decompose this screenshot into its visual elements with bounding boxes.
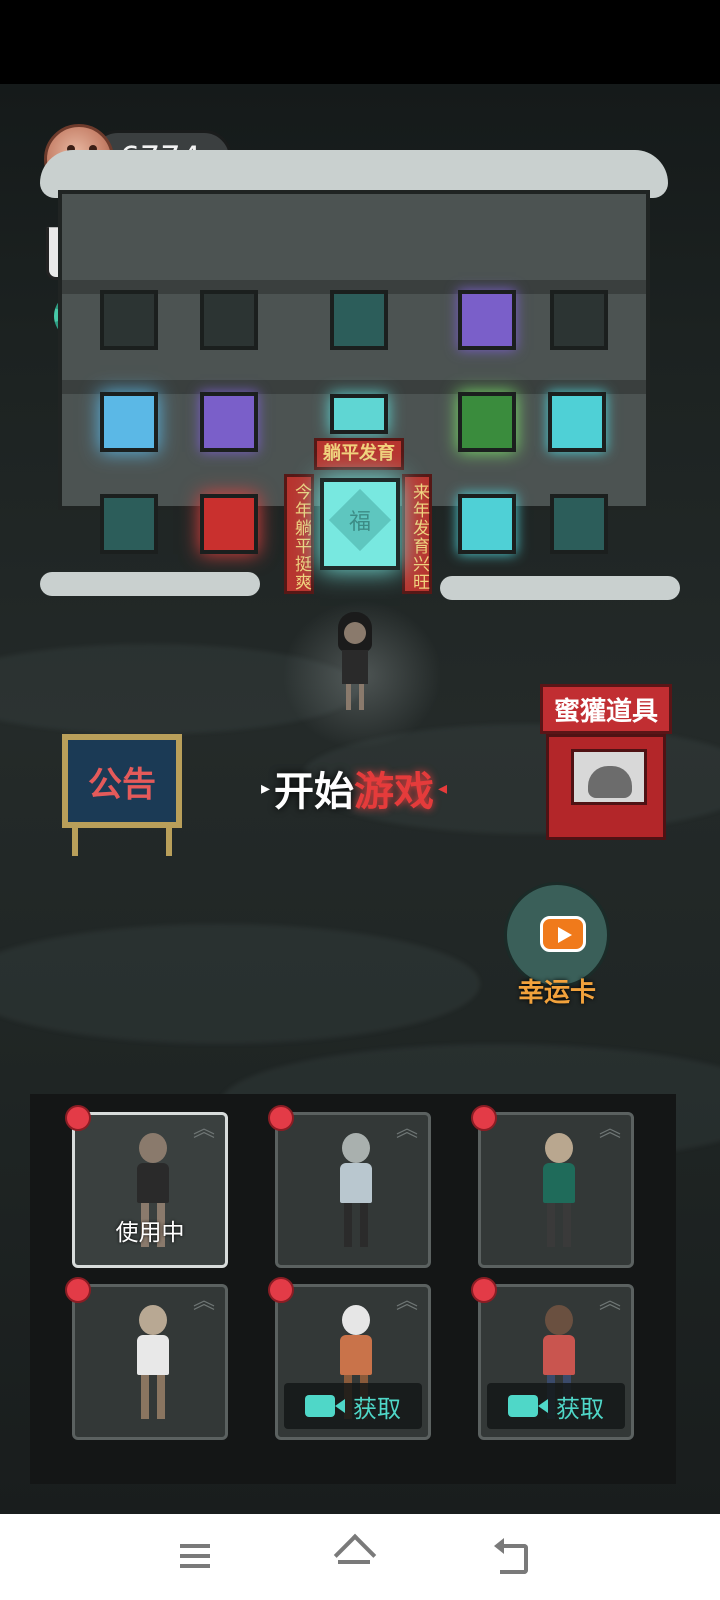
window bbox=[100, 290, 158, 350]
window bbox=[330, 394, 388, 434]
upgrade-chevron-icon: ︽ bbox=[192, 1117, 215, 1142]
window bbox=[100, 392, 158, 452]
couplet-left: 今年躺平挺爽 bbox=[284, 474, 314, 594]
start-label-1: 开始 bbox=[274, 769, 354, 815]
window bbox=[548, 392, 606, 452]
upgrade-chevron-icon: ︽ bbox=[395, 1289, 418, 1314]
character-card[interactable]: ︽ 获取 bbox=[268, 1277, 431, 1440]
upgrade-chevron-icon: ︽ bbox=[192, 1289, 215, 1314]
window bbox=[550, 494, 608, 554]
player-character bbox=[330, 612, 380, 712]
badger-icon bbox=[588, 766, 632, 798]
home-icon[interactable] bbox=[334, 1538, 374, 1574]
window bbox=[100, 494, 158, 554]
upgrade-chevron-icon: ︽ bbox=[598, 1117, 621, 1142]
character-card[interactable]: ︽ bbox=[268, 1105, 431, 1268]
lucky-card-label: 幸运卡 bbox=[517, 978, 596, 1008]
notification-dot bbox=[65, 1105, 91, 1131]
character-figure bbox=[330, 1133, 382, 1251]
start-label-2: 游戏 bbox=[354, 769, 434, 815]
arrow-right-icon: ▸ bbox=[260, 777, 270, 799]
in-use-label: 使用中 bbox=[115, 1220, 185, 1246]
get-by-video-button[interactable]: 获取 bbox=[487, 1383, 625, 1429]
character-card[interactable]: ︽ 使用中 bbox=[65, 1105, 228, 1268]
notice-board-button[interactable]: 公告 bbox=[62, 734, 182, 856]
window bbox=[458, 494, 516, 554]
upgrade-chevron-icon: ︽ bbox=[395, 1117, 418, 1142]
window bbox=[550, 290, 608, 350]
ground-snow bbox=[40, 572, 260, 596]
door-sign: 躺平发育 bbox=[314, 438, 404, 470]
back-icon[interactable] bbox=[492, 1538, 532, 1574]
get-by-video-button[interactable]: 获取 bbox=[284, 1383, 422, 1429]
building-door: 福 bbox=[320, 478, 400, 570]
system-nav-bar bbox=[0, 1514, 720, 1600]
upgrade-chevron-icon: ︽ bbox=[598, 1289, 621, 1314]
honey-badger-shop-button[interactable]: 蜜獾道具 bbox=[540, 684, 672, 840]
shop-booth bbox=[546, 734, 666, 840]
arrow-left-icon: ◂ bbox=[438, 777, 448, 799]
window bbox=[458, 290, 516, 350]
character-figure bbox=[533, 1133, 585, 1251]
fu-charm: 福 bbox=[328, 488, 392, 552]
notice-label: 公告 bbox=[88, 764, 156, 805]
character-card[interactable]: ︽ bbox=[471, 1105, 634, 1268]
mist bbox=[0, 924, 480, 1044]
video-camera-icon bbox=[508, 1395, 548, 1417]
get-label: 获取 bbox=[353, 1394, 401, 1423]
window bbox=[330, 290, 388, 350]
lucky-card-button[interactable]: 幸运卡 bbox=[502, 882, 612, 1012]
notification-dot bbox=[471, 1277, 497, 1303]
ground-snow bbox=[440, 576, 680, 600]
shop-label: 蜜獾道具 bbox=[540, 684, 672, 734]
couplet-right: 来年发育兴旺 bbox=[402, 474, 432, 594]
window bbox=[200, 494, 258, 554]
video-icon bbox=[540, 916, 586, 952]
get-label: 获取 bbox=[556, 1394, 604, 1423]
window bbox=[200, 290, 258, 350]
notification-dot bbox=[268, 1277, 294, 1303]
character-panel: ︽ 使用中 ︽ ︽ ︽ ︽ 获取 ︽ 获取 bbox=[30, 1094, 676, 1484]
notification-dot bbox=[65, 1277, 91, 1303]
status-bar bbox=[0, 0, 720, 84]
window bbox=[200, 392, 258, 452]
notification-dot bbox=[471, 1105, 497, 1131]
menu-icon[interactable] bbox=[176, 1538, 216, 1574]
start-game-button[interactable]: ▸ 开始 游戏 ◂ bbox=[244, 760, 464, 816]
character-figure bbox=[127, 1305, 179, 1423]
character-card[interactable]: ︽ bbox=[65, 1277, 228, 1440]
video-camera-icon bbox=[305, 1395, 345, 1417]
character-card[interactable]: ︽ 获取 bbox=[471, 1277, 634, 1440]
window bbox=[458, 392, 516, 452]
notification-dot bbox=[268, 1105, 294, 1131]
